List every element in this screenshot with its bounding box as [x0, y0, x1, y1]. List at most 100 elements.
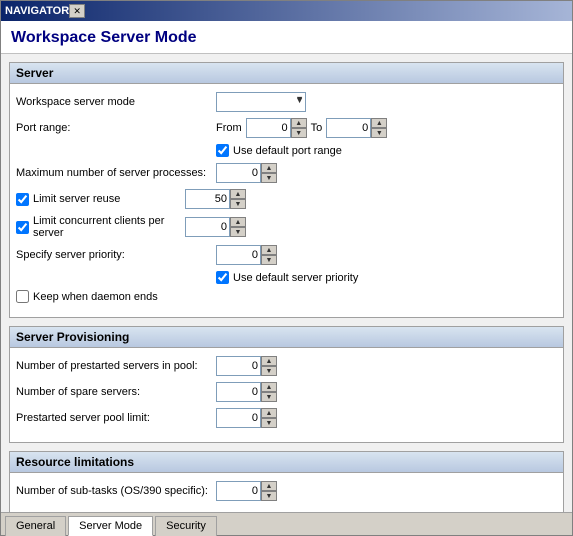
prestarted-pool-limit-spinner: ▲ ▼: [216, 408, 277, 428]
sub-tasks-input[interactable]: [216, 481, 261, 501]
title-bar-controls: ✕: [69, 4, 85, 18]
limit-server-reuse-row: Limit server reuse ▲ ▼: [16, 189, 557, 209]
port-from-up-btn[interactable]: ▲: [291, 118, 307, 128]
limit-server-reuse-up-btn[interactable]: ▲: [230, 189, 246, 199]
sub-tasks-up-btn[interactable]: ▲: [261, 481, 277, 491]
use-default-port-range-label: Use default port range: [233, 145, 342, 157]
max-server-processes-row: Maximum number of server processes: ▲ ▼: [16, 163, 557, 183]
server-provisioning-body: Number of prestarted servers in pool: ▲ …: [10, 348, 563, 442]
spare-servers-btns: ▲ ▼: [261, 382, 277, 402]
max-server-processes-input[interactable]: [216, 163, 261, 183]
workspace-server-mode-select[interactable]: [216, 92, 306, 112]
server-section: Server Workspace server mode ▼ Port rang…: [9, 62, 564, 318]
page-title: Workspace Server Mode: [1, 21, 572, 54]
sub-tasks-btns: ▲ ▼: [261, 481, 277, 501]
limit-concurrent-clients-checkbox[interactable]: [16, 221, 29, 234]
port-to-input[interactable]: [326, 118, 371, 138]
server-provisioning-header: Server Provisioning: [10, 327, 563, 348]
max-server-processes-label: Maximum number of server processes:: [16, 167, 216, 179]
tab-server-mode[interactable]: Server Mode: [68, 516, 153, 536]
limit-server-reuse-down-btn[interactable]: ▼: [230, 199, 246, 209]
port-from-input[interactable]: [246, 118, 291, 138]
limit-concurrent-clients-row: Limit concurrent clients per server ▲ ▼: [16, 215, 557, 239]
use-default-port-range-row: Use default port range: [216, 144, 557, 157]
limit-server-reuse-btns: ▲ ▼: [230, 189, 246, 209]
port-to-up-btn[interactable]: ▲: [371, 118, 387, 128]
keep-when-daemon-ends-checkbox[interactable]: [16, 290, 29, 303]
main-window: NAVIGATOR ✕ Workspace Server Mode Server…: [0, 0, 573, 536]
specify-server-priority-input[interactable]: [216, 245, 261, 265]
workspace-server-mode-row: Workspace server mode ▼: [16, 92, 557, 112]
specify-server-priority-spinner: ▲ ▼: [216, 245, 277, 265]
max-server-processes-down-btn[interactable]: ▼: [261, 173, 277, 183]
title-bar-label: NAVIGATOR: [5, 5, 69, 17]
close-button[interactable]: ✕: [69, 4, 85, 18]
keep-when-daemon-ends-label: Keep when daemon ends: [33, 291, 158, 303]
port-to-spinner-btns: ▲ ▼: [371, 118, 387, 138]
specify-server-priority-row: Specify server priority: ▲ ▼: [16, 245, 557, 265]
use-default-port-range-checkbox[interactable]: [216, 144, 229, 157]
server-section-body: Workspace server mode ▼ Port range: From: [10, 84, 563, 317]
use-default-server-priority-checkbox[interactable]: [216, 271, 229, 284]
use-default-server-priority-label: Use default server priority: [233, 272, 358, 284]
prestarted-pool-limit-down-btn[interactable]: ▼: [261, 418, 277, 428]
server-section-header: Server: [10, 63, 563, 84]
max-server-processes-up-btn[interactable]: ▲: [261, 163, 277, 173]
prestarted-servers-down-btn[interactable]: ▼: [261, 366, 277, 376]
resource-limitations-header: Resource limitations: [10, 452, 563, 473]
max-server-processes-spinner: ▲ ▼: [216, 163, 277, 183]
server-provisioning-section: Server Provisioning Number of prestarted…: [9, 326, 564, 443]
limit-server-reuse-spinner: ▲ ▼: [185, 189, 246, 209]
tab-security[interactable]: Security: [155, 516, 217, 536]
specify-server-priority-btns: ▲ ▼: [261, 245, 277, 265]
port-to-spinner: ▲ ▼: [326, 118, 387, 138]
limit-concurrent-clients-btns: ▲ ▼: [230, 217, 246, 237]
port-to-label: To: [311, 122, 323, 134]
prestarted-servers-input[interactable]: [216, 356, 261, 376]
spare-servers-up-btn[interactable]: ▲: [261, 382, 277, 392]
spare-servers-input[interactable]: [216, 382, 261, 402]
limit-concurrent-clients-up-btn[interactable]: ▲: [230, 217, 246, 227]
port-range-label: Port range:: [16, 122, 216, 134]
specify-server-priority-label: Specify server priority:: [16, 249, 216, 261]
prestarted-servers-up-btn[interactable]: ▲: [261, 356, 277, 366]
sub-tasks-row: Number of sub-tasks (OS/390 specific): ▲…: [16, 481, 557, 501]
title-bar: NAVIGATOR ✕: [1, 1, 572, 21]
port-from-down-btn[interactable]: ▼: [291, 128, 307, 138]
prestarted-servers-btns: ▲ ▼: [261, 356, 277, 376]
spare-servers-spinner: ▲ ▼: [216, 382, 277, 402]
workspace-server-mode-label: Workspace server mode: [16, 96, 216, 108]
bottom-tabs: General Server Mode Security: [1, 512, 572, 535]
port-from-label: From: [216, 122, 242, 134]
tab-general[interactable]: General: [5, 516, 66, 536]
spare-servers-label: Number of spare servers:: [16, 386, 216, 398]
max-server-processes-btns: ▲ ▼: [261, 163, 277, 183]
prestarted-pool-limit-label: Prestarted server pool limit:: [16, 412, 216, 424]
workspace-server-mode-select-wrapper: ▼: [216, 92, 306, 112]
limit-concurrent-clients-spinner: ▲ ▼: [185, 217, 246, 237]
port-to-down-btn[interactable]: ▼: [371, 128, 387, 138]
limit-concurrent-clients-input[interactable]: [185, 217, 230, 237]
prestarted-pool-limit-up-btn[interactable]: ▲: [261, 408, 277, 418]
resource-limitations-body: Number of sub-tasks (OS/390 specific): ▲…: [10, 473, 563, 512]
limit-server-reuse-input[interactable]: [185, 189, 230, 209]
keep-when-daemon-ends-row: Keep when daemon ends: [16, 290, 557, 303]
navigator-tab: NAVIGATOR: [5, 5, 69, 17]
specify-server-priority-down-btn[interactable]: ▼: [261, 255, 277, 265]
prestarted-pool-limit-input[interactable]: [216, 408, 261, 428]
spare-servers-down-btn[interactable]: ▼: [261, 392, 277, 402]
spare-servers-row: Number of spare servers: ▲ ▼: [16, 382, 557, 402]
limit-server-reuse-checkbox[interactable]: [16, 193, 29, 206]
sub-tasks-down-btn[interactable]: ▼: [261, 491, 277, 501]
sub-tasks-label: Number of sub-tasks (OS/390 specific):: [16, 485, 216, 497]
specify-server-priority-up-btn[interactable]: ▲: [261, 245, 277, 255]
prestarted-pool-limit-btns: ▲ ▼: [261, 408, 277, 428]
resource-limitations-section: Resource limitations Number of sub-tasks…: [9, 451, 564, 512]
prestarted-servers-row: Number of prestarted servers in pool: ▲ …: [16, 356, 557, 376]
limit-concurrent-clients-down-btn[interactable]: ▼: [230, 227, 246, 237]
limit-server-reuse-label: Limit server reuse: [33, 193, 185, 205]
content-area: Server Workspace server mode ▼ Port rang…: [1, 54, 572, 512]
prestarted-servers-label: Number of prestarted servers in pool:: [16, 360, 216, 372]
port-from-spinner-btns: ▲ ▼: [291, 118, 307, 138]
limit-concurrent-clients-label: Limit concurrent clients per server: [33, 215, 185, 239]
